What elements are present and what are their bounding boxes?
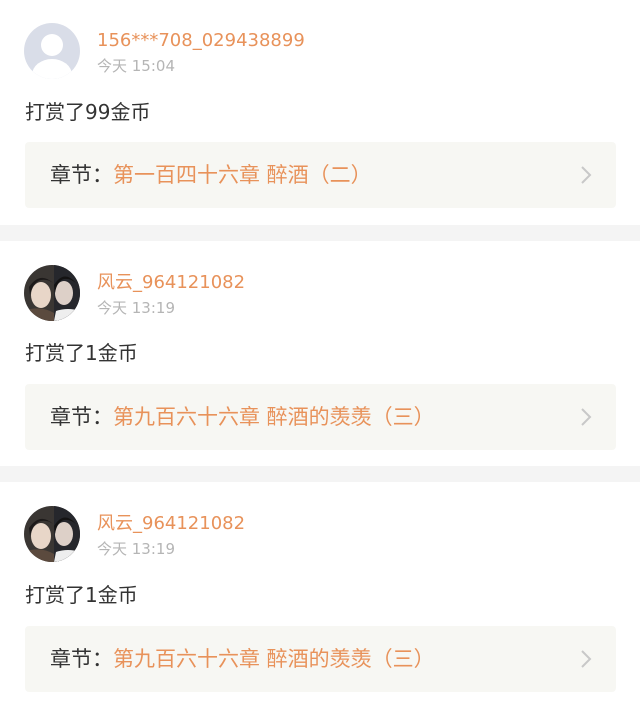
chapter-title: 第九百六十六章 醉酒的羡羡（三） (113, 405, 435, 429)
chapter-link[interactable]: 章节：第九百六十六章 醉酒的羡羡（三） (25, 384, 616, 450)
chevron-right-icon (581, 408, 592, 426)
reward-text: 打赏了99金币 (25, 100, 151, 124)
chapter-line: 章节：第九百六十六章 醉酒的羡羡（三） (50, 404, 435, 430)
chapter-label: 章节： (50, 405, 113, 429)
chapter-link[interactable]: 章节：第一百四十六章 醉酒（二） (25, 142, 616, 208)
default-user-avatar-icon[interactable] (24, 23, 80, 79)
reward-entry: 156***708_029438899 今天 15:04 打赏了99金币 章节：… (0, 0, 640, 225)
chapter-title: 第一百四十六章 醉酒（二） (113, 163, 372, 187)
chapter-link[interactable]: 章节：第九百六十六章 醉酒的羡羡（三） (25, 626, 616, 692)
chapter-line: 章节：第一百四十六章 醉酒（二） (50, 162, 372, 188)
username[interactable]: 156***708_029438899 (97, 30, 305, 52)
chapter-label: 章节： (50, 647, 113, 671)
chevron-right-icon (581, 650, 592, 668)
reward-text: 打赏了1金币 (25, 341, 138, 365)
timestamp: 今天 13:19 (97, 299, 175, 317)
section-divider (0, 225, 640, 241)
timestamp: 今天 15:04 (97, 57, 175, 75)
section-divider (0, 466, 640, 482)
reward-entry: 风云_964121082 今天 13:19 打赏了1金币 章节：第九百六十六章 … (0, 241, 640, 466)
timestamp: 今天 13:19 (97, 540, 175, 558)
chapter-title: 第九百六十六章 醉酒的羡羡（三） (113, 647, 435, 671)
chapter-label: 章节： (50, 163, 113, 187)
photo-avatar-icon[interactable] (24, 265, 80, 321)
photo-avatar-icon[interactable] (24, 506, 80, 562)
reward-text: 打赏了1金币 (25, 583, 138, 607)
reward-feed: 156***708_029438899 今天 15:04 打赏了99金币 章节：… (0, 0, 640, 701)
username[interactable]: 风云_964121082 (97, 272, 245, 294)
chevron-right-icon (581, 166, 592, 184)
reward-entry: 风云_964121082 今天 13:19 打赏了1金币 章节：第九百六十六章 … (0, 482, 640, 701)
username[interactable]: 风云_964121082 (97, 513, 245, 535)
chapter-line: 章节：第九百六十六章 醉酒的羡羡（三） (50, 646, 435, 672)
